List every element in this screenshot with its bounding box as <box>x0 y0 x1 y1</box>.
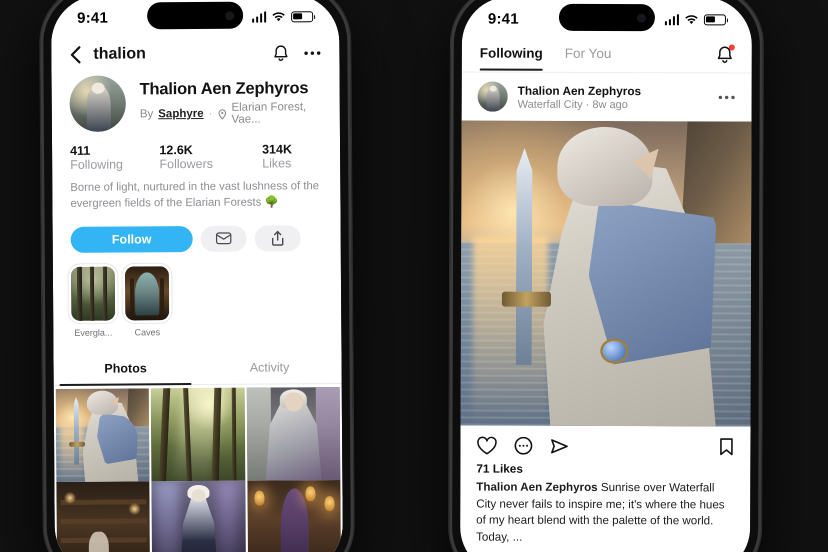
stat-following-label: Following <box>70 157 124 172</box>
caption-author[interactable]: Thalion Aen Zephyros <box>476 481 597 494</box>
grid-item[interactable] <box>56 481 151 552</box>
cellular-bars-icon <box>251 11 267 23</box>
tab-photos[interactable]: Photos <box>53 351 197 385</box>
profile-stats: 411 Following 12.6K Followers 314K Likes <box>52 130 340 172</box>
notification-badge <box>728 44 735 51</box>
grid-item[interactable] <box>246 386 341 483</box>
stat-followers-label: Followers <box>159 156 214 172</box>
highlight-thumbnail <box>70 266 116 321</box>
post-meta: Waterfall City · 8w ago <box>518 98 641 110</box>
by-prefix: By <box>139 108 154 121</box>
status-time: 9:41 <box>77 9 109 27</box>
photo-grid <box>54 384 343 552</box>
status-bar: 9:41 <box>51 0 339 40</box>
front-camera-icon <box>225 10 235 20</box>
phone-device-right: 9:41 Following For You Thalion Aen Zephy… <box>448 0 764 552</box>
profile-screen: 9:41 thalion Thalion Aen Zephyros By Sap… <box>50 0 344 552</box>
stat-following-value: 411 <box>70 143 91 158</box>
stat-followers[interactable]: 12.6K Followers <box>159 143 246 172</box>
grid-item[interactable] <box>151 387 246 484</box>
comment-bubble-icon[interactable] <box>513 437 533 456</box>
ellipsis-horizontal-icon[interactable] <box>303 50 321 56</box>
dynamic-island <box>558 3 655 32</box>
post-author-name[interactable]: Thalion Aen Zephyros <box>518 83 642 97</box>
envelope-icon <box>215 232 232 245</box>
send-paper-plane-icon[interactable] <box>549 437 569 456</box>
stat-following[interactable]: 411 Following <box>70 143 144 172</box>
volume-down-button[interactable] <box>448 175 452 218</box>
power-button[interactable] <box>761 166 764 227</box>
bell-icon[interactable] <box>272 44 289 62</box>
dynamic-island <box>147 1 244 30</box>
meta-separator: · <box>208 107 213 120</box>
wifi-icon <box>685 14 698 24</box>
notifications-button[interactable] <box>716 44 735 72</box>
grid-item[interactable] <box>151 481 246 552</box>
post-timestamp: 8w ago <box>592 98 628 111</box>
location-pin-icon <box>218 108 226 120</box>
stat-likes-label: Likes <box>262 156 292 171</box>
profile-nav-bar: thalion <box>51 38 339 76</box>
profile-actions: Follow <box>52 211 340 253</box>
feed-screen: 9:41 Following For You Thalion Aen Zephy… <box>459 0 753 552</box>
volume-down-button[interactable] <box>39 175 43 218</box>
stat-likes-value: 314K <box>262 142 293 157</box>
message-button[interactable] <box>200 225 247 252</box>
feed-tab-bar: Following For You <box>462 40 752 72</box>
highlight-thumbnail <box>124 265 170 321</box>
avatar[interactable] <box>69 75 126 132</box>
profile-subtitle: By Saphyre · Elarian Forest, Vae... <box>140 101 322 126</box>
battery-icon <box>291 10 314 22</box>
meta-separator: · <box>585 98 590 111</box>
post-image[interactable] <box>460 120 752 427</box>
post-caption: Thalion Aen Zephyros Sunrise over Waterf… <box>460 476 750 547</box>
highlight-everglade[interactable]: Evergla... <box>70 266 116 338</box>
follow-button[interactable]: Follow <box>70 225 193 253</box>
author-link[interactable]: Saphyre <box>158 108 203 120</box>
power-button[interactable] <box>350 162 354 223</box>
profile-location: Elarian Forest, Vae... <box>231 101 307 126</box>
heart-icon[interactable] <box>476 436 497 456</box>
share-upload-icon <box>271 230 284 246</box>
battery-icon <box>703 13 726 25</box>
profile-bio: Borne of light, nurtured in the vast lus… <box>70 180 320 211</box>
grid-item[interactable] <box>55 388 150 484</box>
mockup-background: 9:41 thalion Thalion Aen Zephyros By Sap… <box>0 0 828 552</box>
wifi-icon <box>272 11 285 21</box>
volume-up-button[interactable] <box>39 135 43 162</box>
profile-header: Thalion Aen Zephyros By Saphyre · Elaria… <box>52 74 340 132</box>
chevron-left-icon[interactable] <box>69 46 81 64</box>
cellular-bars-icon <box>664 13 679 25</box>
post-action-bar <box>460 426 750 461</box>
tab-following[interactable]: Following <box>480 46 543 71</box>
story-highlights: Evergla... Caves <box>53 251 342 338</box>
phone-device-left: 9:41 thalion Thalion Aen Zephyros By Sap… <box>39 0 355 552</box>
front-camera-icon <box>636 13 646 23</box>
grid-item[interactable] <box>247 480 342 552</box>
volume-up-button[interactable] <box>448 135 452 162</box>
share-button[interactable] <box>254 225 301 252</box>
tab-activity[interactable]: Activity <box>197 350 341 384</box>
ellipsis-horizontal-icon[interactable] <box>718 94 736 100</box>
highlight-label: Caves <box>134 327 161 338</box>
profile-display-name: Thalion Aen Zephyros <box>139 79 309 99</box>
profile-tabs: Photos Activity <box>53 349 342 386</box>
like-count: 71 Likes <box>476 461 523 476</box>
stat-followers-value: 12.6K <box>159 143 193 158</box>
status-bar: 9:41 <box>462 0 752 42</box>
stat-likes[interactable]: 314K Likes <box>262 142 322 170</box>
highlight-label: Evergla... <box>74 327 113 338</box>
highlight-caves[interactable]: Caves <box>124 265 170 338</box>
post-header: Thalion Aen Zephyros Waterfall City · 8w… <box>462 72 752 121</box>
status-time: 9:41 <box>487 10 519 28</box>
page-title: thalion <box>93 45 146 63</box>
avatar[interactable] <box>477 81 508 112</box>
bookmark-icon[interactable] <box>718 438 734 457</box>
view-all-comments-link[interactable]: View all 23 comments <box>460 545 750 552</box>
post-location: Waterfall City <box>517 98 583 111</box>
tab-for-you[interactable]: For You <box>565 46 612 71</box>
